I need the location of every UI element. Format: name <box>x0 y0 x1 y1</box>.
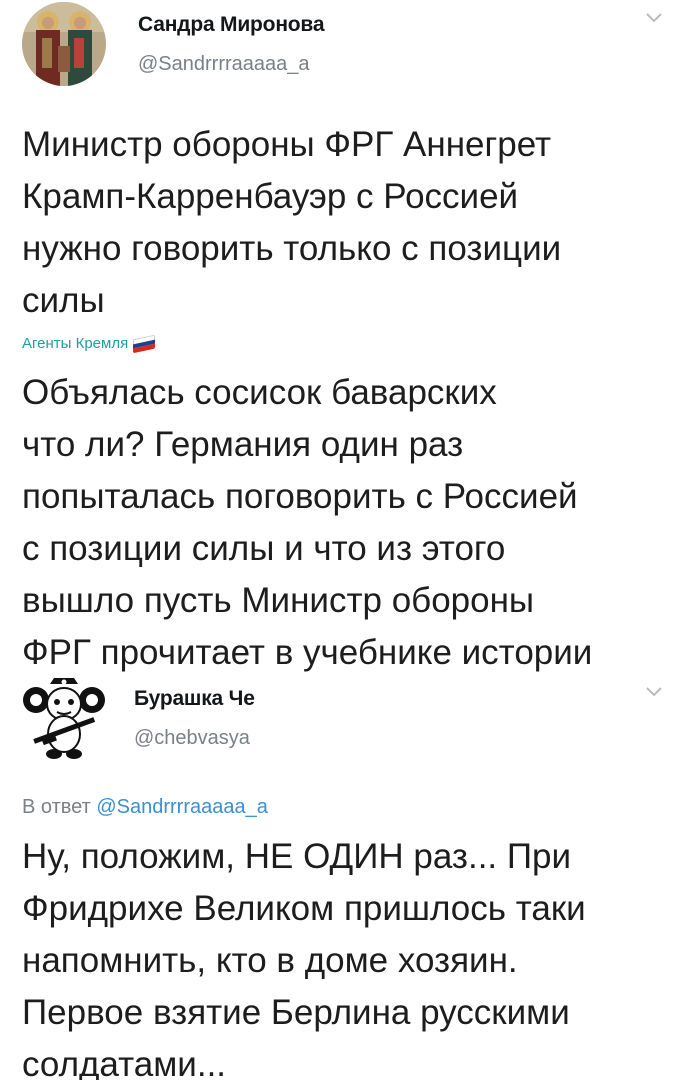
source-label[interactable]: Агенты Кремля <box>22 335 128 352</box>
author-name-1[interactable]: Сандра Миронова <box>138 12 643 38</box>
tweet-header-1: Сандра Миронова @Sandrrrraaaaa_a <box>22 2 665 86</box>
source-line: Агенты Кремля <box>22 334 156 353</box>
author-block-1: Сандра Миронова @Sandrrrraaaaa_a <box>138 12 643 76</box>
religious-icon-avatar <box>22 2 106 86</box>
author-handle-2[interactable]: @chebvasya <box>134 726 643 750</box>
reply-line: В ответ @Sandrrrraaaaa_a <box>22 796 268 819</box>
cheburashka-icon-avatar <box>22 676 106 760</box>
author-block-2: Бурашка Че @chebvasya <box>134 686 643 750</box>
chevron-down-icon[interactable] <box>643 6 665 28</box>
russian-flag-icon <box>133 334 156 353</box>
avatar-1[interactable] <box>22 2 106 86</box>
reply-mention-link[interactable]: @Sandrrrraaaaa_a <box>96 796 268 818</box>
reply-prefix: В ответ <box>22 796 91 818</box>
author-handle-1[interactable]: @Sandrrrraaaaa_a <box>138 52 643 76</box>
author-name-2[interactable]: Бурашка Че <box>134 686 643 712</box>
avatar-2[interactable] <box>22 676 106 760</box>
comment-text: Объялась сосисок баварских что ли? Герма… <box>22 373 593 672</box>
chevron-down-icon[interactable] <box>643 680 665 702</box>
tweet-header-2: Бурашка Че @chebvasya <box>22 676 665 760</box>
tweet-text-1: Министр обороны ФРГ Аннегрет Крамп-Карре… <box>22 125 562 320</box>
tweet-text-2: Ну, положим, НЕ ОДИН раз... При Фридрихе… <box>22 837 586 1080</box>
